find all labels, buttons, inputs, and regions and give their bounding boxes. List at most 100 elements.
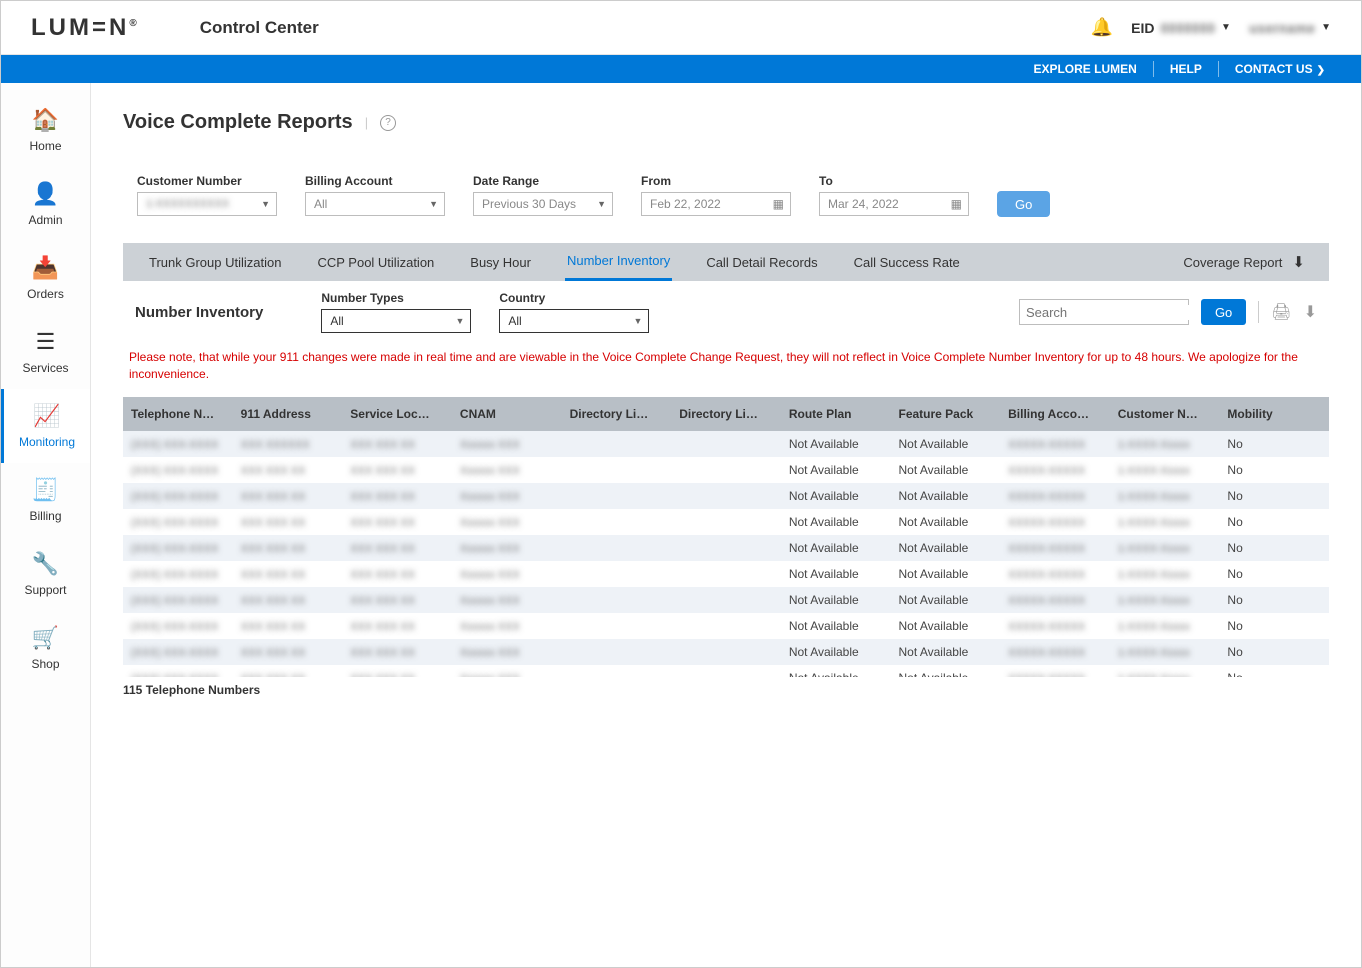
table-column-header[interactable]: Mobility	[1219, 397, 1329, 431]
table-row[interactable]: (XXX) XXX-XXXXXXX XXXXXXXXX XXX XXXxxxxx…	[123, 431, 1329, 457]
to-date-value: Mar 24, 2022	[828, 197, 899, 211]
date-range-select[interactable]: Previous 30 Days ▼	[473, 192, 613, 216]
print-icon[interactable]: 🖨	[1271, 302, 1291, 322]
help-icon[interactable]: ?	[380, 115, 396, 131]
table-cell	[671, 457, 781, 483]
table-cell: Xxxxxx XXX	[452, 665, 562, 677]
table-cell: XXX XXX XX	[233, 665, 343, 677]
table-cell: 1-XXXX-Xxxxx	[1110, 665, 1220, 677]
table-column-header[interactable]: Directory Li…	[562, 397, 672, 431]
table-cell	[562, 457, 672, 483]
sidebar-item-orders[interactable]: 📥Orders	[1, 241, 90, 315]
from-date-label: From	[641, 174, 791, 188]
table-cell	[671, 561, 781, 587]
table-column-header[interactable]: Billing Acco…	[1000, 397, 1110, 431]
table-column-header[interactable]: Customer N…	[1110, 397, 1220, 431]
table-cell: XXXXX-XXXXX	[1000, 431, 1110, 457]
page-title: Voice Complete Reports	[123, 111, 353, 134]
sidebar-item-monitoring[interactable]: 📈Monitoring	[1, 389, 90, 463]
separator: |	[365, 115, 368, 130]
table-cell: Not Available	[890, 509, 1000, 535]
table-cell: No	[1219, 639, 1329, 665]
number-types-value: All	[330, 314, 343, 328]
download-icon[interactable]: ⬇	[1292, 253, 1305, 271]
country-select[interactable]: All ▼	[499, 309, 649, 333]
number-types-label: Number Types	[321, 291, 471, 305]
tab-trunk-group-utilization[interactable]: Trunk Group Utilization	[147, 245, 283, 280]
tab-call-detail-records[interactable]: Call Detail Records	[704, 245, 819, 280]
table-column-header[interactable]: Service Loc…	[342, 397, 452, 431]
explore-lumen-link[interactable]: EXPLORE LUMEN	[1017, 62, 1152, 76]
table-column-header[interactable]: CNAM	[452, 397, 562, 431]
table-cell: XXX XXX XX	[342, 431, 452, 457]
table-cell: 1-XXXX-Xxxxx	[1110, 587, 1220, 613]
side-navigation: 🏠Home👤Admin📥Orders☰Services📈Monitoring🧾B…	[1, 83, 91, 967]
download-icon[interactable]: ⬇	[1304, 302, 1317, 322]
table-row[interactable]: (XXX) XXX-XXXXXXX XXX XXXXX XXX XXXxxxxx…	[123, 509, 1329, 535]
table-column-header[interactable]: Telephone N…	[123, 397, 233, 431]
sidebar-item-support[interactable]: 🔧Support	[1, 537, 90, 611]
table-cell: XXXXX-XXXXX	[1000, 509, 1110, 535]
sidebar-item-shop[interactable]: 🛒Shop	[1, 611, 90, 685]
table-cell: Not Available	[781, 639, 891, 665]
billing-account-select[interactable]: All ▼	[305, 192, 445, 216]
eid-dropdown[interactable]: EID 0000000 ▼	[1131, 20, 1231, 36]
table-row[interactable]: (XXX) XXX-XXXXXXX XXX XXXXX XXX XXXxxxxx…	[123, 535, 1329, 561]
go-button[interactable]: Go	[997, 191, 1050, 217]
table-cell: Not Available	[781, 613, 891, 639]
filter-row: Customer Number 1-XXXXXXXXXX ▼ Billing A…	[123, 174, 1329, 217]
table-cell: (XXX) XXX-XXXX	[123, 665, 233, 677]
table-row[interactable]: (XXX) XXX-XXXXXXX XXX XXXXX XXX XXXxxxxx…	[123, 613, 1329, 639]
table-row[interactable]: (XXX) XXX-XXXXXXX XXX XXXXX XXX XXXxxxxx…	[123, 665, 1329, 677]
table-cell: 1-XXXX-Xxxxx	[1110, 561, 1220, 587]
tab-busy-hour[interactable]: Busy Hour	[468, 245, 533, 280]
billing-icon: 🧾	[32, 477, 59, 503]
coverage-report-link[interactable]: Coverage Report	[1183, 255, 1282, 270]
table-cell: XXX XXX XX	[233, 457, 343, 483]
billing-account-value: All	[314, 197, 327, 211]
country-value: All	[508, 314, 521, 328]
table-cell: 1-XXXX-Xxxxx	[1110, 483, 1220, 509]
section-title: Number Inventory	[135, 304, 263, 321]
sidebar-item-billing[interactable]: 🧾Billing	[1, 463, 90, 537]
from-date-input[interactable]: Feb 22, 2022 ▦	[641, 192, 791, 216]
tab-call-success-rate[interactable]: Call Success Rate	[852, 245, 962, 280]
table-cell: XXX XXX XX	[342, 483, 452, 509]
table-row[interactable]: (XXX) XXX-XXXXXXX XXX XXXXX XXX XXXxxxxx…	[123, 457, 1329, 483]
user-dropdown[interactable]: username ▼	[1249, 20, 1331, 36]
table-cell	[562, 535, 672, 561]
logo-reg-mark: ®	[129, 18, 139, 29]
tab-number-inventory[interactable]: Number Inventory	[565, 243, 672, 281]
table-row[interactable]: (XXX) XXX-XXXXXXX XXX XXXXX XXX XXXxxxxx…	[123, 587, 1329, 613]
table-column-header[interactable]: Route Plan	[781, 397, 891, 431]
table-cell: (XXX) XXX-XXXX	[123, 535, 233, 561]
customer-number-select[interactable]: 1-XXXXXXXXXX ▼	[137, 192, 277, 216]
sidebar-item-label: Admin	[28, 213, 62, 227]
search-go-button[interactable]: Go	[1201, 299, 1246, 325]
sidebar-item-services[interactable]: ☰Services	[1, 315, 90, 389]
table-row[interactable]: (XXX) XXX-XXXXXXX XXX XXXXX XXX XXXxxxxx…	[123, 561, 1329, 587]
table-row[interactable]: (XXX) XXX-XXXXXXX XXX XXXXX XXX XXXxxxxx…	[123, 639, 1329, 665]
notifications-icon[interactable]: 🔔	[1091, 17, 1113, 38]
table-cell: XXX XXX XX	[233, 639, 343, 665]
help-link[interactable]: HELP	[1154, 62, 1218, 76]
customer-number-value: 1-XXXXXXXXXX	[146, 198, 229, 210]
table-cell: XXX XXX XX	[233, 483, 343, 509]
table-cell: 1-XXXX-Xxxxx	[1110, 457, 1220, 483]
number-types-select[interactable]: All ▼	[321, 309, 471, 333]
to-date-input[interactable]: Mar 24, 2022 ▦	[819, 192, 969, 216]
date-range-value: Previous 30 Days	[482, 197, 576, 211]
table-column-header[interactable]: Directory Li…	[671, 397, 781, 431]
table-row[interactable]: (XXX) XXX-XXXXXXX XXX XXXXX XXX XXXxxxxx…	[123, 483, 1329, 509]
app-title: Control Center	[200, 18, 319, 38]
tab-ccp-pool-utilization[interactable]: CCP Pool Utilization	[315, 245, 436, 280]
contact-us-link[interactable]: CONTACT US❯	[1219, 62, 1341, 76]
sidebar-item-home[interactable]: 🏠Home	[1, 93, 90, 167]
table-body[interactable]: (XXX) XXX-XXXXXXX XXXXXXXXX XXX XXXxxxxx…	[123, 431, 1329, 677]
table-cell: (XXX) XXX-XXXX	[123, 431, 233, 457]
table-column-header[interactable]: Feature Pack	[890, 397, 1000, 431]
table-cell: Not Available	[781, 561, 891, 587]
sidebar-item-admin[interactable]: 👤Admin	[1, 167, 90, 241]
search-input[interactable]	[1026, 305, 1202, 320]
table-column-header[interactable]: 911 Address	[233, 397, 343, 431]
